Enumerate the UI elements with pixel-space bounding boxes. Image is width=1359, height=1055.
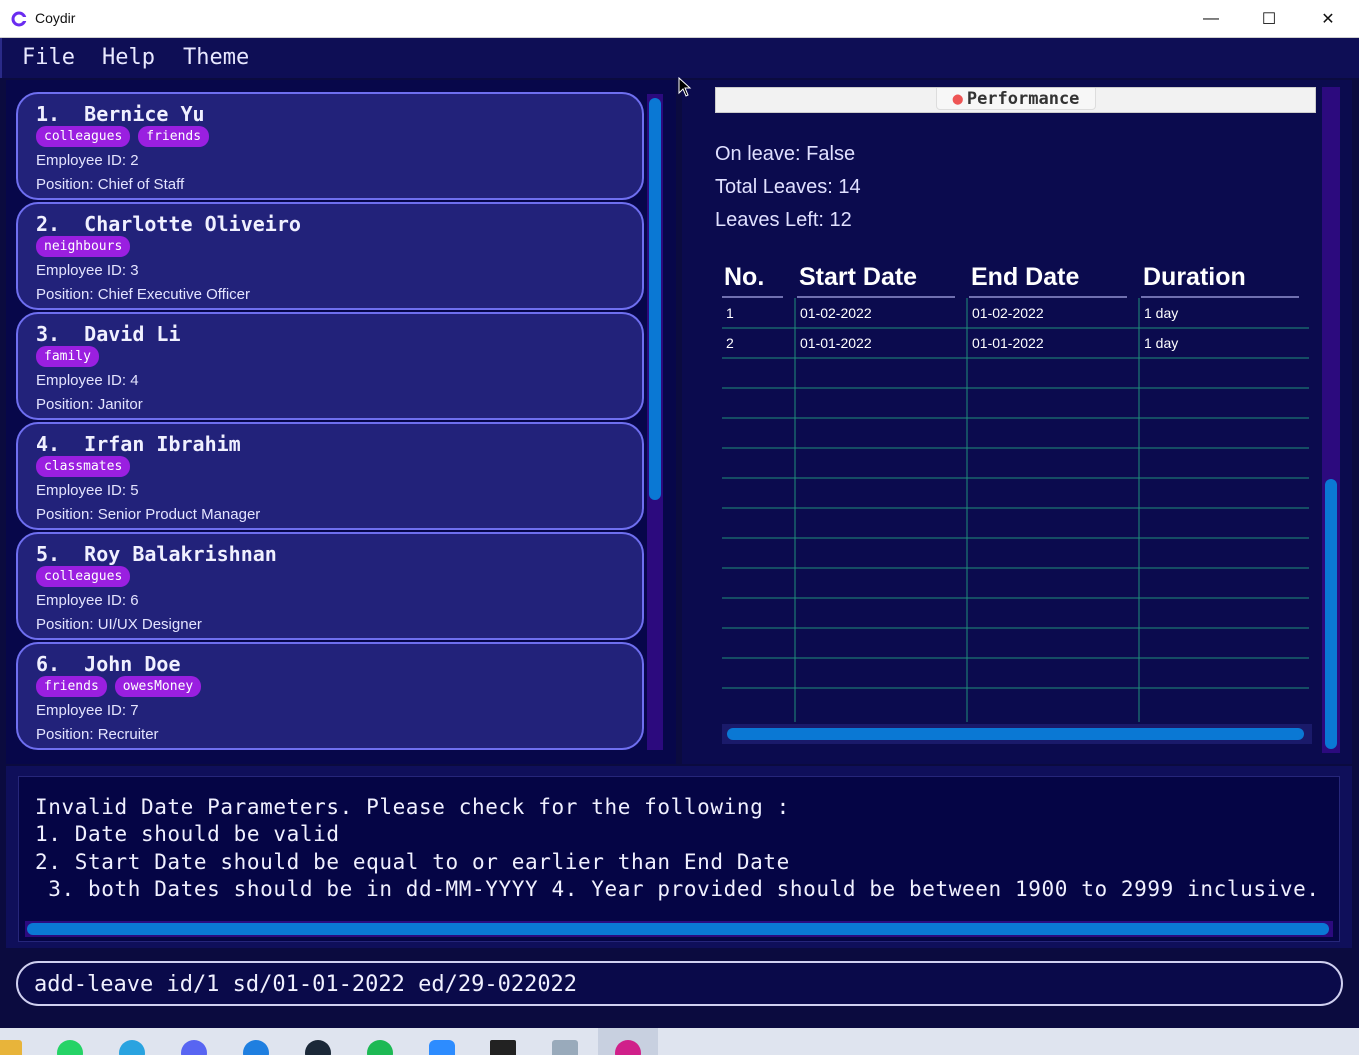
tag-list: colleagues [36,566,131,587]
tag-list: friends owesMoney [36,676,202,697]
employee-detail-panel: ● Performance On leave: False Total Leave… [682,80,1352,764]
whatsapp-icon[interactable] [57,1040,83,1055]
tag: owesMoney [114,676,202,697]
tag-list: neighbours [36,236,131,257]
table-cell: 1 [726,305,734,321]
table-cell: 1 day [1144,305,1179,321]
employee-card[interactable]: 6. John Doe friends owesMoney Employee I… [16,642,644,750]
tag: colleagues [36,566,131,587]
tag: friends [138,126,210,147]
title-bar: Coydir — ☐ ✕ [0,0,1359,38]
mouse-cursor-icon [678,77,692,97]
scrollbar-thumb[interactable] [727,728,1304,740]
leave-table-grid [722,298,1309,722]
tag: neighbours [36,236,131,257]
table-cell: 01-01-2022 [800,335,872,351]
detail-panel-scrollbar[interactable] [1322,87,1340,753]
employee-id: Employee ID: 6 [36,592,139,609]
employee-card[interactable]: 3. David Li family Employee ID: 4 Positi… [16,312,644,420]
tag-list: classmates [36,456,131,477]
taskbar-active-app[interactable] [598,1028,658,1055]
result-hscrollbar[interactable] [25,921,1333,937]
tag-list: colleagues friends [36,126,210,147]
terminal-icon[interactable] [490,1040,516,1055]
result-display: Invalid Date Parameters. Please check fo… [18,776,1340,942]
table-cell: 01-01-2022 [972,335,1044,351]
menu-bar: File Help Theme [0,38,1359,78]
column-header-end-date[interactable]: End Date [971,263,1079,292]
employee-id: Employee ID: 5 [36,482,139,499]
employee-card[interactable]: 5. Roy Balakrishnan colleagues Employee … [16,532,644,640]
employee-position: Position: Recruiter [36,726,159,743]
minimize-button[interactable]: — [1182,0,1240,38]
result-display-panel: Invalid Date Parameters. Please check fo… [6,766,1352,948]
employee-card[interactable]: 4. Irfan Ibrahim classmates Employee ID:… [16,422,644,530]
employee-id: Employee ID: 3 [36,262,139,279]
header-divider [969,296,1127,298]
steam-icon[interactable] [305,1040,331,1055]
zoom-icon[interactable] [429,1040,455,1055]
window-title: Coydir [35,10,76,26]
result-line: 3. both Dates should be in dd-MM-YYYY 4.… [35,877,1320,901]
table-cell: 01-02-2022 [972,305,1044,321]
column-header-no[interactable]: No. [724,263,764,292]
employee-card[interactable]: 1. Bernice Yu colleagues friends Employe… [16,92,644,200]
employee-position: Position: Chief Executive Officer [36,286,250,303]
scrollbar-thumb[interactable] [1325,479,1337,749]
tag: friends [36,676,107,697]
command-input[interactable]: add-leave id/1 sd/01-01-2022 ed/29-02202… [16,961,1343,1006]
result-line: 1. Date should be valid [35,822,340,846]
employee-position: Position: UI/UX Designer [36,616,202,633]
tag: classmates [36,456,131,477]
close-button[interactable]: ✕ [1299,0,1357,38]
app-store-icon[interactable] [243,1040,269,1055]
tag: family [36,346,99,367]
employee-position: Position: Janitor [36,396,143,413]
employee-name: 2. Charlotte Oliveiro [36,212,301,236]
scrollbar-thumb[interactable] [27,923,1329,935]
employee-name: 6. John Doe [36,652,181,676]
telegram-icon[interactable] [119,1040,145,1055]
menu-file[interactable]: File [22,45,75,70]
coydir-logo-icon [11,11,27,27]
menu-help[interactable]: Help [102,45,155,70]
employee-position: Position: Senior Product Manager [36,506,261,523]
employee-position: Position: Chief of Staff [36,176,185,193]
coydir-icon[interactable] [615,1040,641,1055]
employee-name: 1. Bernice Yu [36,102,205,126]
taskbar [0,1028,1359,1055]
folder-icon[interactable] [0,1040,22,1055]
column-header-start-date[interactable]: Start Date [799,263,917,292]
employee-list-scrollbar[interactable] [647,94,663,750]
employee-name: 3. David Li [36,322,181,346]
header-divider [797,296,955,298]
result-line: Invalid Date Parameters. Please check fo… [35,795,790,819]
result-line: 2. Start Date should be equal to or earl… [35,850,790,874]
discord-icon[interactable] [181,1040,207,1055]
header-divider [722,296,783,298]
tag-list: family [36,346,99,367]
spotify-icon[interactable] [367,1040,393,1055]
tag: colleagues [36,126,131,147]
employee-card[interactable]: 2. Charlotte Oliveiro neighbours Employe… [16,202,644,310]
employee-name: 5. Roy Balakrishnan [36,542,277,566]
employee-id: Employee ID: 2 [36,152,139,169]
table-cell: 2 [726,335,734,351]
scrollbar-thumb[interactable] [649,98,661,500]
notepad-icon[interactable] [552,1040,578,1055]
table-cell: 1 day [1144,335,1179,351]
employee-list-panel: 1. Bernice Yu colleagues friends Employe… [6,80,676,764]
column-header-duration[interactable]: Duration [1143,263,1246,292]
leave-table-hscrollbar[interactable] [722,724,1312,744]
employee-id: Employee ID: 4 [36,372,139,389]
employee-id: Employee ID: 7 [36,702,139,719]
table-cell: 01-02-2022 [800,305,872,321]
employee-name: 4. Irfan Ibrahim [36,432,241,456]
header-divider [1141,296,1299,298]
maximize-button[interactable]: ☐ [1240,0,1298,38]
menu-theme[interactable]: Theme [183,45,249,70]
command-input-text[interactable]: add-leave id/1 sd/01-01-2022 ed/29-02202… [34,972,577,997]
